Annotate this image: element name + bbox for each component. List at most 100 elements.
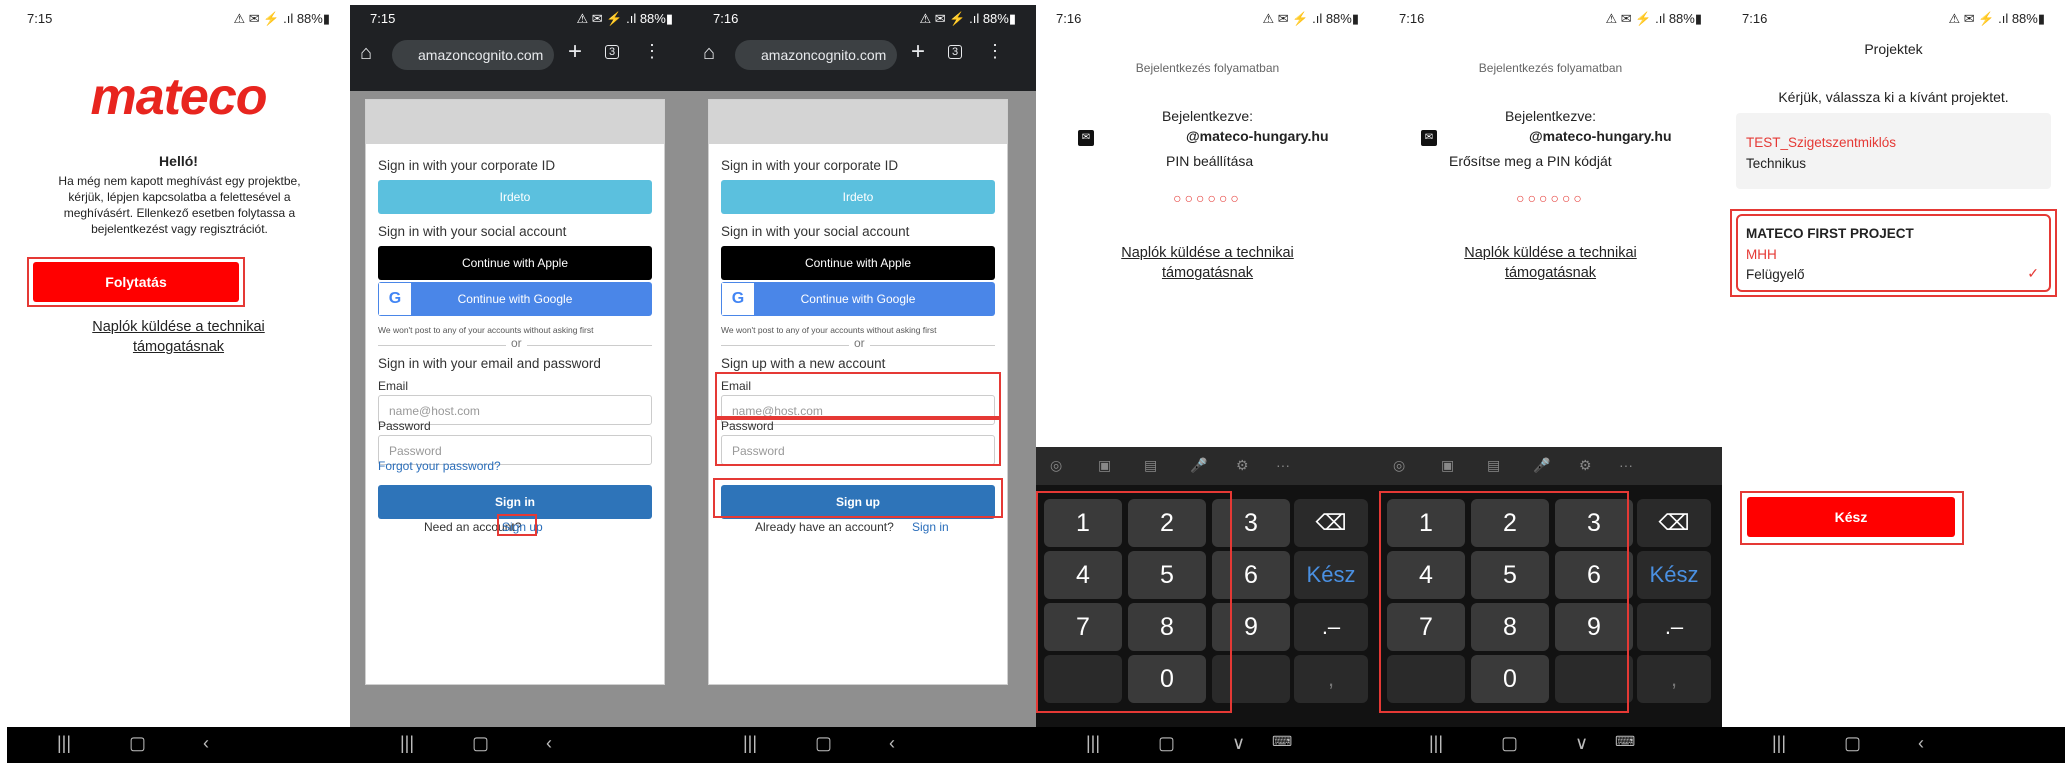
home-icon[interactable]: ▢: [1844, 733, 1861, 754]
project-code: MHH: [1746, 247, 1777, 262]
menu-icon[interactable]: ⋮: [986, 41, 1004, 62]
highlight-box: [497, 514, 537, 536]
recents-icon[interactable]: |||: [1772, 733, 1786, 754]
recents-icon[interactable]: |||: [400, 733, 414, 754]
hide-keyboard-icon[interactable]: ∨: [1232, 733, 1245, 754]
keyboard-toolbar: ◎ ▣ ▤ 🎤 ⚙ ···: [1036, 447, 1379, 485]
dot-dash-key[interactable]: .–: [1294, 603, 1368, 651]
home-icon[interactable]: ⌂: [360, 42, 372, 65]
home-icon[interactable]: ▢: [1158, 733, 1175, 754]
back-icon[interactable]: ‹: [889, 733, 895, 754]
phone-signin: 7:15 ⚠ ✉ ⚡ .ıl 88%▮ ⌂ amazoncognito.com +…: [350, 5, 693, 763]
home-icon[interactable]: ▢: [1501, 733, 1518, 754]
google-icon: G: [379, 283, 411, 315]
hide-keyboard-icon[interactable]: ∨: [1575, 733, 1588, 754]
send-logs-link[interactable]: Naplók küldése a technikai támogatásnak: [1379, 243, 1722, 283]
backspace-key[interactable]: ⌫: [1637, 499, 1711, 547]
keyboard-switch-icon[interactable]: ⌨: [1615, 733, 1635, 750]
status-bar: 7:16 ⚠ ✉ ⚡ .ıl 88%▮: [713, 11, 1016, 26]
send-logs-link[interactable]: Naplók küldése a technikai támogatásnak: [1036, 243, 1379, 283]
numeric-keyboard: ◎ ▣ ▤ 🎤 ⚙ ··· 1234567890 ⌫ Kész .– ,: [1036, 447, 1379, 727]
settings-icon[interactable]: ⚙: [1579, 457, 1592, 474]
comma-key[interactable]: ,: [1637, 655, 1711, 703]
corp-heading: Sign in with your corporate ID: [721, 158, 899, 173]
status-bar: 7:15 ⚠ ✉ ⚡ .ıl 88%▮: [27, 11, 330, 26]
apple-button[interactable]: Continue with Apple: [378, 246, 652, 280]
dot-dash-key[interactable]: .–: [1637, 603, 1711, 651]
url-bar[interactable]: amazoncognito.com: [392, 40, 554, 70]
comma-key[interactable]: ,: [1294, 655, 1368, 703]
backspace-key[interactable]: ⌫: [1294, 499, 1368, 547]
email-label: Email: [378, 379, 409, 393]
phone-pin-confirm: 7:16 ⚠ ✉ ⚡ .ıl 88%▮ Bejelentkezés folyama…: [1379, 5, 1722, 763]
done-key[interactable]: Kész: [1294, 551, 1368, 599]
project-item-mateco[interactable]: MATECO FIRST PROJECT MHH Felügyelő ✓: [1736, 214, 2051, 292]
confirm-pin-label: Erősítse meg a PIN kódját: [1449, 153, 1612, 169]
browser-toolbar: 7:16 ⚠ ✉ ⚡ .ıl 88%▮ ⌂ amazoncognito.com +…: [693, 5, 1036, 91]
email-pw-heading: Sign in with your email and password: [378, 356, 601, 371]
phone-projects: 7:16 ⚠ ✉ ⚡ .ıl 88%▮ Projektek Kérjük, vál…: [1722, 5, 2065, 763]
tabs-count[interactable]: 3: [948, 45, 963, 59]
google-icon: G: [722, 283, 754, 315]
apple-button[interactable]: Continue with Apple: [721, 246, 995, 280]
recents-icon[interactable]: |||: [57, 733, 71, 754]
user-domain: @mateco-hungary.hu: [1529, 128, 1672, 144]
new-tab-icon[interactable]: +: [568, 38, 582, 66]
keyboard-switch-icon[interactable]: ⌨: [1272, 733, 1292, 750]
nav-bar: ||| ▢ ∨ ⌨: [1036, 727, 1379, 763]
card-header: [709, 100, 1007, 144]
signup-heading: Sign up with a new account: [721, 356, 886, 371]
highlight-box: [715, 372, 1001, 418]
done-button[interactable]: Kész: [1747, 497, 1955, 537]
url-bar[interactable]: amazoncognito.com: [735, 40, 897, 70]
mail-icon: ✉: [1078, 130, 1094, 146]
social-heading: Sign in with your social account: [721, 224, 910, 239]
irdeto-button[interactable]: Irdeto: [378, 180, 652, 214]
new-tab-icon[interactable]: +: [911, 38, 925, 66]
back-icon[interactable]: ‹: [203, 733, 209, 754]
home-icon[interactable]: ▢: [129, 733, 146, 754]
back-icon[interactable]: ‹: [1918, 733, 1924, 754]
project-role: Felügyelő: [1746, 267, 1805, 282]
nav-bar: ||| ▢ ‹: [1722, 727, 2065, 763]
user-domain: @mateco-hungary.hu: [1186, 128, 1329, 144]
google-button[interactable]: G Continue with Google: [721, 282, 995, 316]
highlight-box: [715, 418, 1001, 466]
card-header: [366, 100, 664, 144]
login-progress: Bejelentkezés folyamatban: [1478, 61, 1623, 75]
project-name: MATECO FIRST PROJECT: [1746, 226, 1914, 241]
browser-toolbar: 7:15 ⚠ ✉ ⚡ .ıl 88%▮ ⌂ amazoncognito.com +…: [350, 5, 693, 91]
phone-pin-set: 7:16 ⚠ ✉ ⚡ .ıl 88%▮ Bejelentkezés folyama…: [1036, 5, 1379, 763]
page-title: Projektek: [1864, 41, 1923, 57]
continue-button[interactable]: Folytatás: [33, 262, 239, 302]
send-logs-link[interactable]: Naplók küldése a technikai támogatásnak: [7, 317, 350, 357]
status-bar: 7:16 ⚠ ✉ ⚡ .ıl 88%▮: [1056, 11, 1359, 26]
status-bar: 7:15 ⚠ ✉ ⚡ .ıl 88%▮: [370, 11, 673, 26]
forgot-password-link[interactable]: Forgot your password?: [378, 459, 501, 473]
no-post-note: We won't post to any of your accounts wi…: [721, 325, 937, 335]
already-account-text: Already have an account?: [755, 520, 894, 534]
irdeto-button[interactable]: Irdeto: [721, 180, 995, 214]
more-icon[interactable]: ···: [1619, 457, 1633, 473]
back-icon[interactable]: ‹: [546, 733, 552, 754]
home-icon[interactable]: ⌂: [703, 42, 715, 65]
recents-icon[interactable]: |||: [1429, 733, 1443, 754]
signin-link[interactable]: Sign in: [912, 520, 949, 534]
home-icon[interactable]: ▢: [815, 733, 832, 754]
more-icon[interactable]: ···: [1276, 457, 1290, 473]
tabs-count[interactable]: 3: [605, 45, 620, 59]
recents-icon[interactable]: |||: [1086, 733, 1100, 754]
done-key[interactable]: Kész: [1637, 551, 1711, 599]
project-role: Technikus: [1746, 156, 1807, 171]
google-button[interactable]: G Continue with Google: [378, 282, 652, 316]
project-name: TEST_Szigetszentmiklós: [1746, 135, 1897, 150]
keyboard-toolbar: ◎ ▣ ▤ 🎤 ⚙ ···: [1379, 447, 1722, 485]
project-item-test[interactable]: TEST_Szigetszentmiklós Technikus: [1736, 113, 2051, 189]
nav-bar: ||| ▢ ‹: [7, 727, 350, 763]
home-icon[interactable]: ▢: [472, 733, 489, 754]
menu-icon[interactable]: ⋮: [643, 41, 661, 62]
settings-icon[interactable]: ⚙: [1236, 457, 1249, 474]
recents-icon[interactable]: |||: [743, 733, 757, 754]
signup-card: Sign in with your corporate ID Irdeto Si…: [708, 99, 1008, 685]
select-prompt: Kérjük, válassza ki a kívánt projektet.: [1778, 89, 2009, 105]
